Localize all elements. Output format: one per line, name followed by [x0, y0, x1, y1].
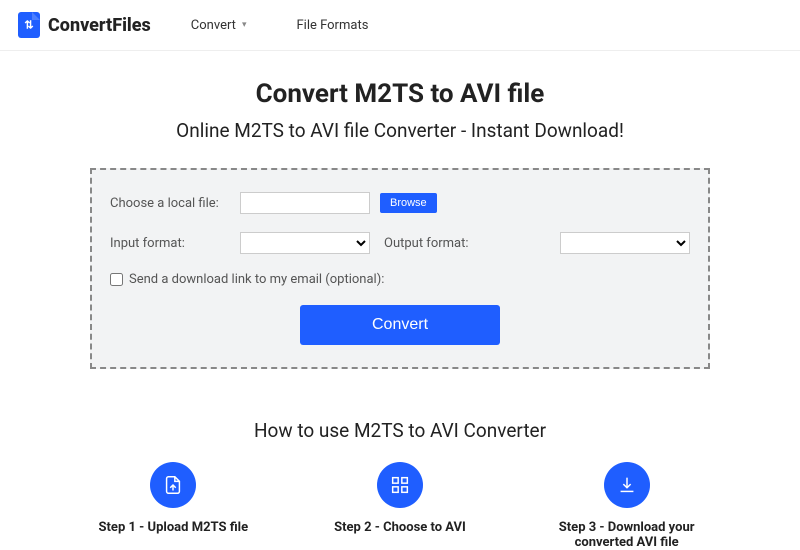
nav: Convert ▾ File Formats: [191, 18, 369, 33]
nav-convert[interactable]: Convert ▾: [191, 18, 247, 33]
step-1-label: Step 1 - Upload M2TS file: [99, 520, 249, 535]
browse-button[interactable]: Browse: [380, 193, 437, 213]
nav-file-formats[interactable]: File Formats: [296, 18, 368, 33]
convert-panel: Choose a local file: Browse Input format…: [90, 168, 710, 369]
nav-convert-label: Convert: [191, 18, 236, 33]
step-2-label: Step 2 - Choose to AVI: [334, 520, 466, 535]
nav-formats-label: File Formats: [296, 18, 368, 33]
topbar: ConvertFiles Convert ▾ File Formats: [0, 0, 800, 51]
steps: Step 1 - Upload M2TS file Step 2 - Choos…: [60, 462, 740, 550]
howto-title: How to use M2TS to AVI Converter: [0, 419, 800, 442]
chevron-down-icon: ▾: [242, 20, 247, 30]
grid-icon: [377, 462, 423, 508]
output-format-label: Output format:: [384, 236, 504, 251]
file-row: Choose a local file: Browse: [110, 192, 690, 214]
page-subtitle: Online M2TS to AVI file Converter - Inst…: [0, 119, 800, 142]
email-label: Send a download link to my email (option…: [129, 272, 384, 287]
step-1: Step 1 - Upload M2TS file: [78, 462, 268, 550]
format-row: Input format: Output format:: [110, 232, 690, 254]
file-input[interactable]: [240, 192, 370, 214]
logo-icon: [18, 12, 40, 38]
convert-button[interactable]: Convert: [300, 305, 500, 345]
step-2: Step 2 - Choose to AVI: [305, 462, 495, 550]
page-title: Convert M2TS to AVI file: [0, 79, 800, 109]
download-icon: [604, 462, 650, 508]
email-row: Send a download link to my email (option…: [110, 272, 690, 287]
step-3-label: Step 3 - Download your converted AVI fil…: [532, 520, 722, 550]
brand-name: ConvertFiles: [48, 15, 151, 36]
input-format-select[interactable]: [240, 232, 370, 254]
email-checkbox[interactable]: [110, 273, 123, 286]
upload-icon: [150, 462, 196, 508]
step-3: Step 3 - Download your converted AVI fil…: [532, 462, 722, 550]
output-format-select[interactable]: [560, 232, 690, 254]
choose-file-label: Choose a local file:: [110, 196, 230, 211]
logo[interactable]: ConvertFiles: [18, 12, 151, 38]
input-format-label: Input format:: [110, 236, 230, 251]
